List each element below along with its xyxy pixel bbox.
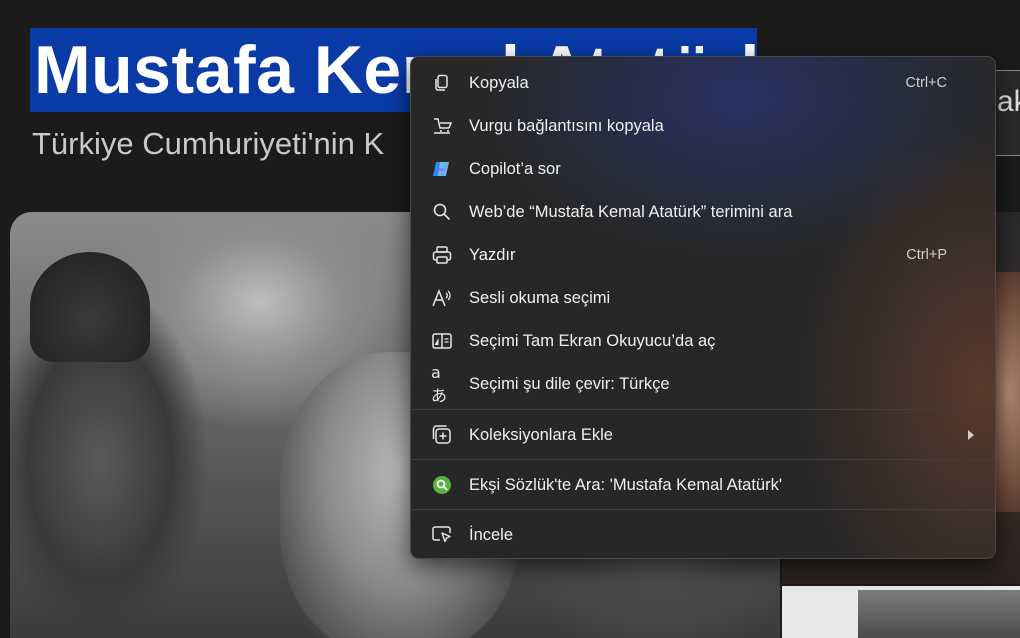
context-menu: Kopyala Ctrl+C Vurgu bağlantısını kopyal… [410,56,996,559]
menu-separator [412,459,995,460]
menu-separator [412,509,995,510]
translate-icon-glyph: aあ [431,362,448,405]
menu-item-label: Kopyala [469,74,529,92]
menu-item-read-aloud[interactable]: Sesli okuma seçimi [415,277,991,317]
menu-item-copy-highlight-link[interactable]: Vurgu bağlantısını kopyala [415,105,991,145]
menu-item-eksi-search[interactable]: Ekşi Sözlük'te Ara: 'Mustafa Kemal Atatü… [415,464,991,504]
immersive-reader-icon [431,330,453,352]
menu-item-shortcut: Ctrl+P [906,247,947,263]
menu-item-translate[interactable]: aあ Seçimi şu dile çevir: Türkçe [415,363,991,405]
collections-icon [431,424,453,446]
photo-figure-left [30,252,150,362]
copy-icon [431,72,453,94]
translate-icon: aあ [431,363,453,405]
copilot-icon [431,158,453,180]
inspect-icon [431,524,453,546]
highlight-link-icon [431,115,453,137]
menu-item-label: Vurgu bağlantısını kopyala [469,117,664,135]
menu-item-immersive-reader[interactable]: Seçimi Tam Ekran Okuyucu’da aç [415,320,991,360]
side-image-bottom[interactable] [782,586,1020,638]
menu-item-label: Seçimi şu dile çevir: Türkçe [469,375,670,393]
menu-item-inspect[interactable]: İncele [415,514,991,554]
menu-item-print[interactable]: Yazdır Ctrl+P [415,234,991,274]
menu-item-label: İncele [469,526,514,544]
menu-item-label: Ekşi Sözlük'te Ara: 'Mustafa Kemal Atatü… [469,476,783,494]
menu-item-add-to-collections[interactable]: Koleksiyonlara Ekle [415,414,991,454]
menu-item-label: Web’de “Mustafa Kemal Atatürk” terimini … [469,203,793,221]
side-thumbnail [858,590,1020,638]
search-icon [431,201,453,223]
menu-item-label: Seçimi Tam Ekran Okuyucu’da aç [469,332,716,350]
read-aloud-icon [431,287,453,309]
menu-item-copy[interactable]: Kopyala Ctrl+C [415,62,991,102]
menu-item-label: Koleksiyonlara Ekle [469,426,613,444]
menu-item-label: Copilot’a sor [469,160,561,178]
menu-item-web-search[interactable]: Web’de “Mustafa Kemal Atatürk” terimini … [415,191,991,231]
side-tab-label: ak [997,85,1020,118]
menu-item-label: Yazdır [469,246,516,264]
menu-item-ask-copilot[interactable]: Copilot’a sor [415,148,991,188]
menu-separator [412,409,995,410]
eksi-sozluk-icon [431,474,453,496]
page-subtitle: Türkiye Cumhuriyeti'nin K [32,126,385,161]
menu-item-shortcut: Ctrl+C [905,75,948,91]
submenu-arrow-icon [965,424,977,446]
menu-item-label: Sesli okuma seçimi [469,289,611,307]
printer-icon [431,244,453,266]
